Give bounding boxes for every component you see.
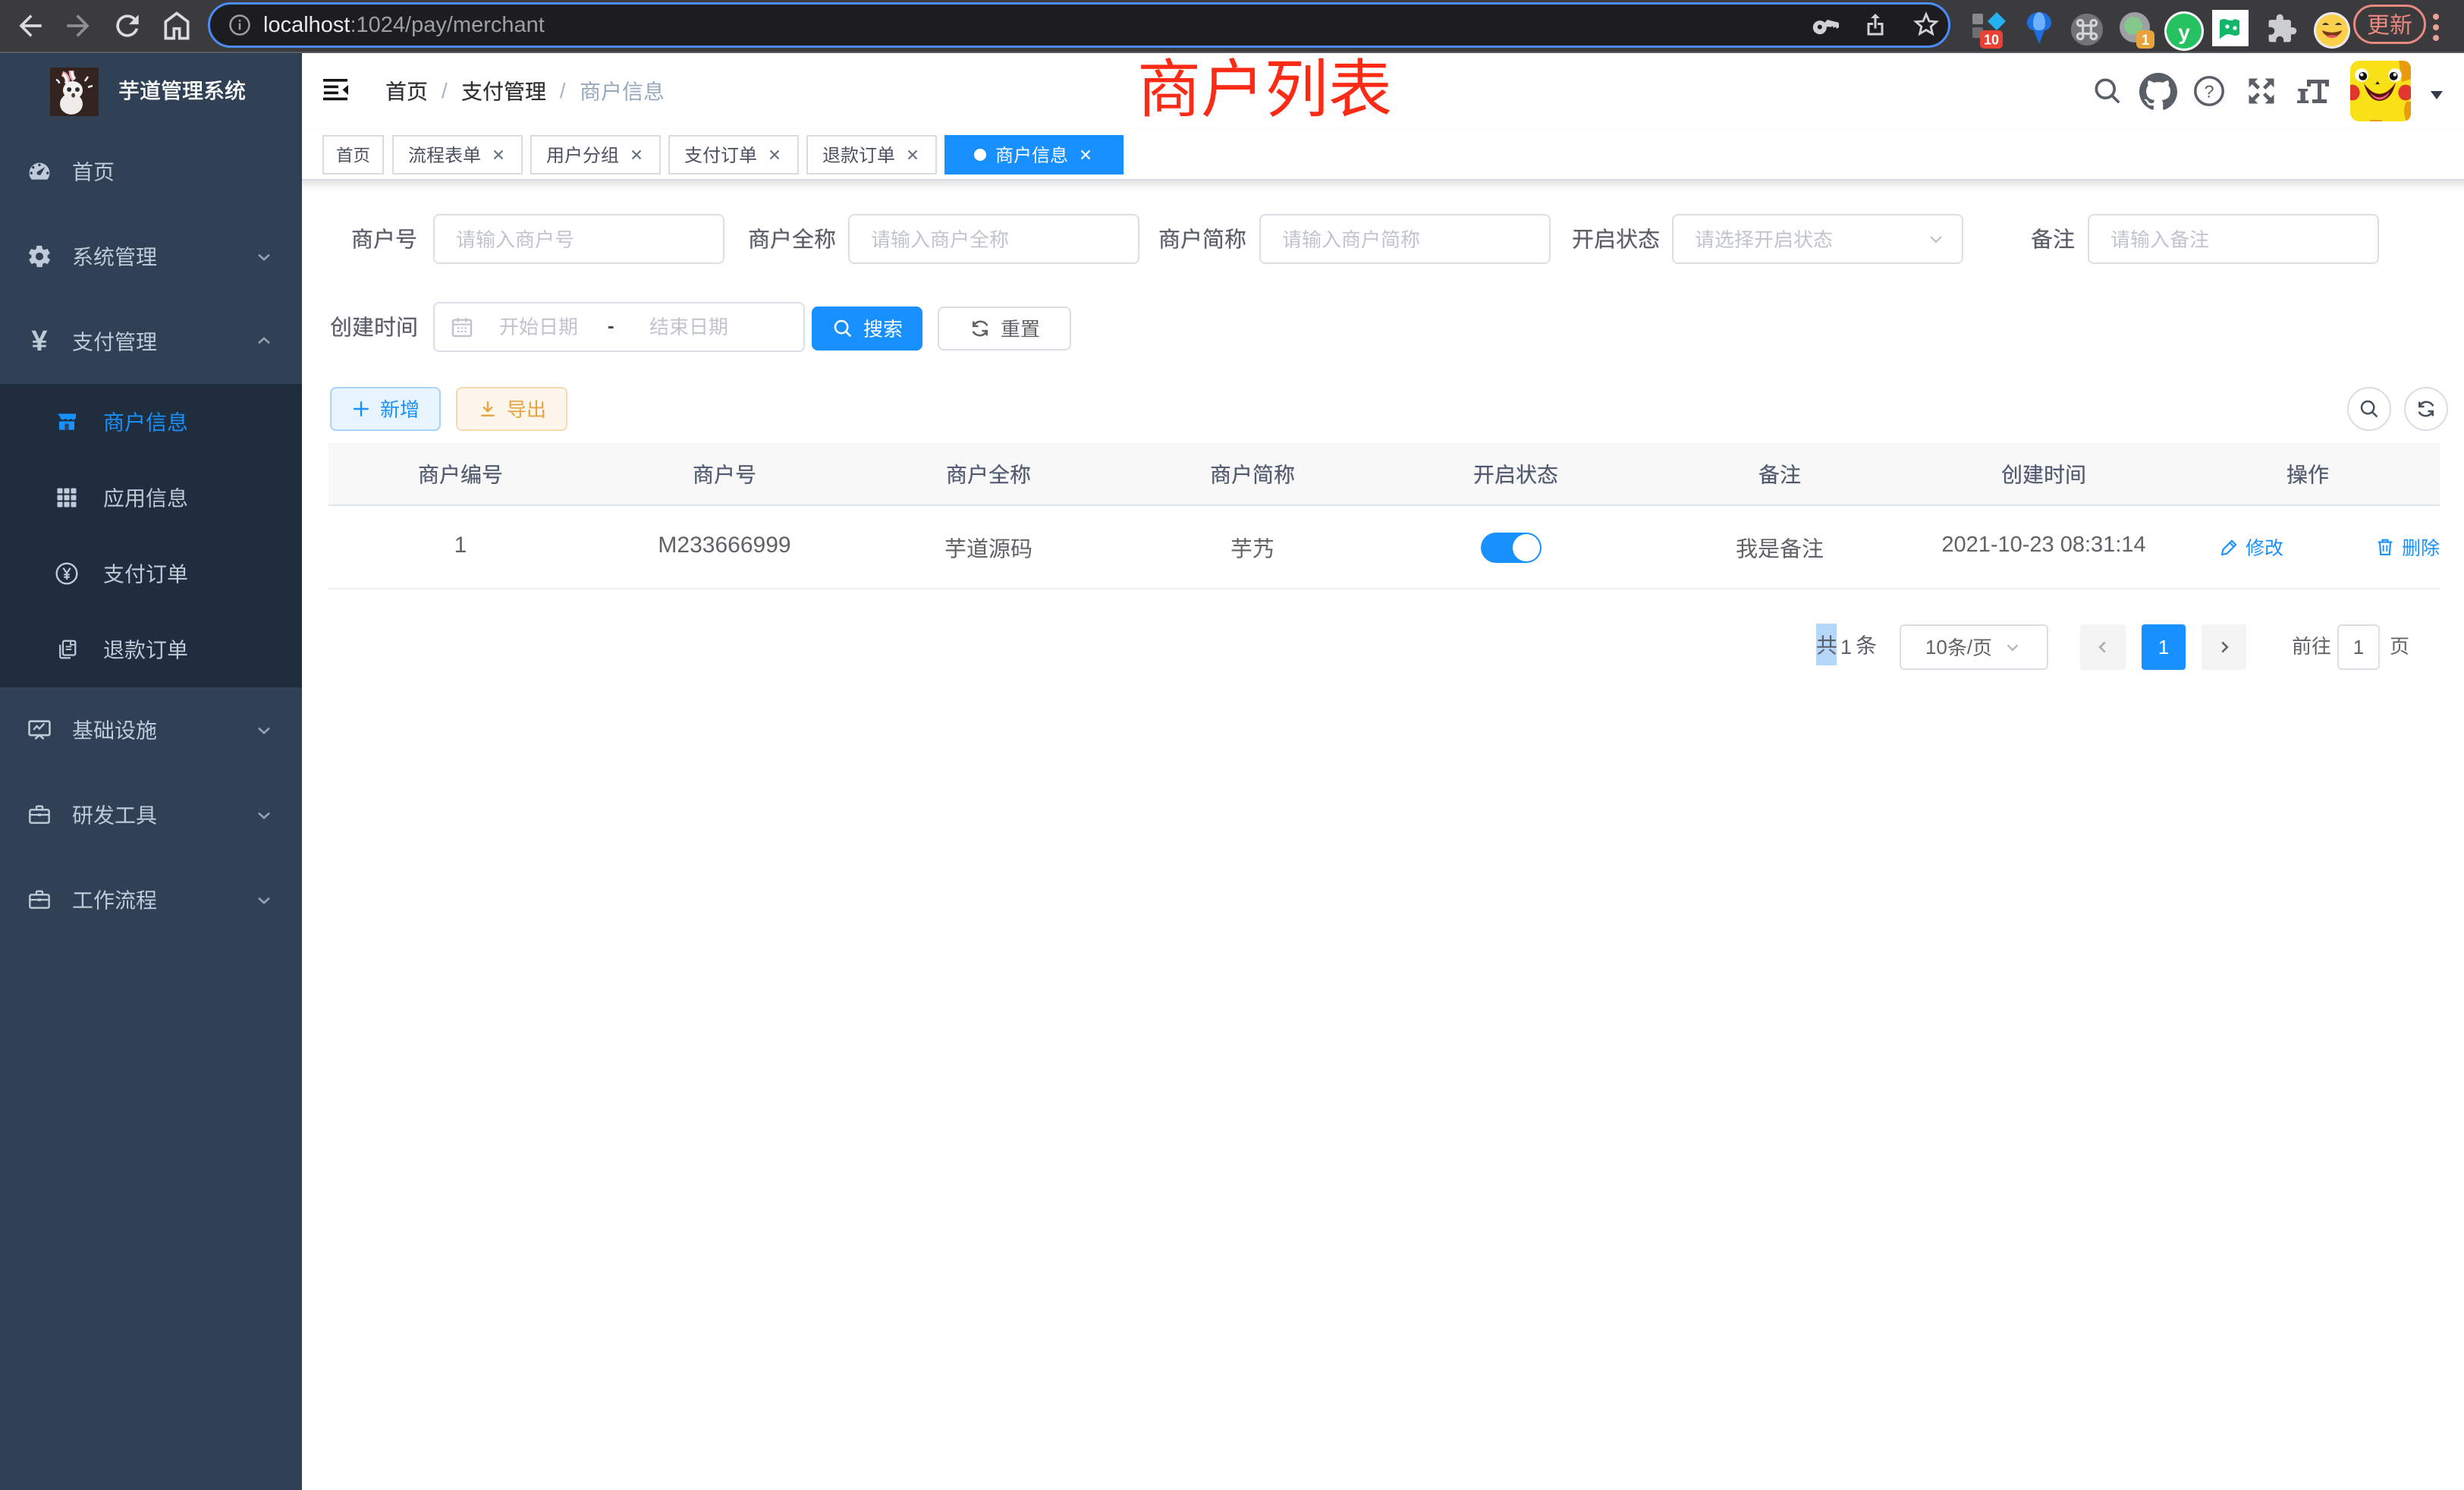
svg-text:?: ? bbox=[2205, 82, 2214, 102]
svg-text:10: 10 bbox=[1984, 33, 1999, 48]
svg-text:1: 1 bbox=[2142, 33, 2150, 49]
svg-text:y: y bbox=[2178, 20, 2190, 44]
